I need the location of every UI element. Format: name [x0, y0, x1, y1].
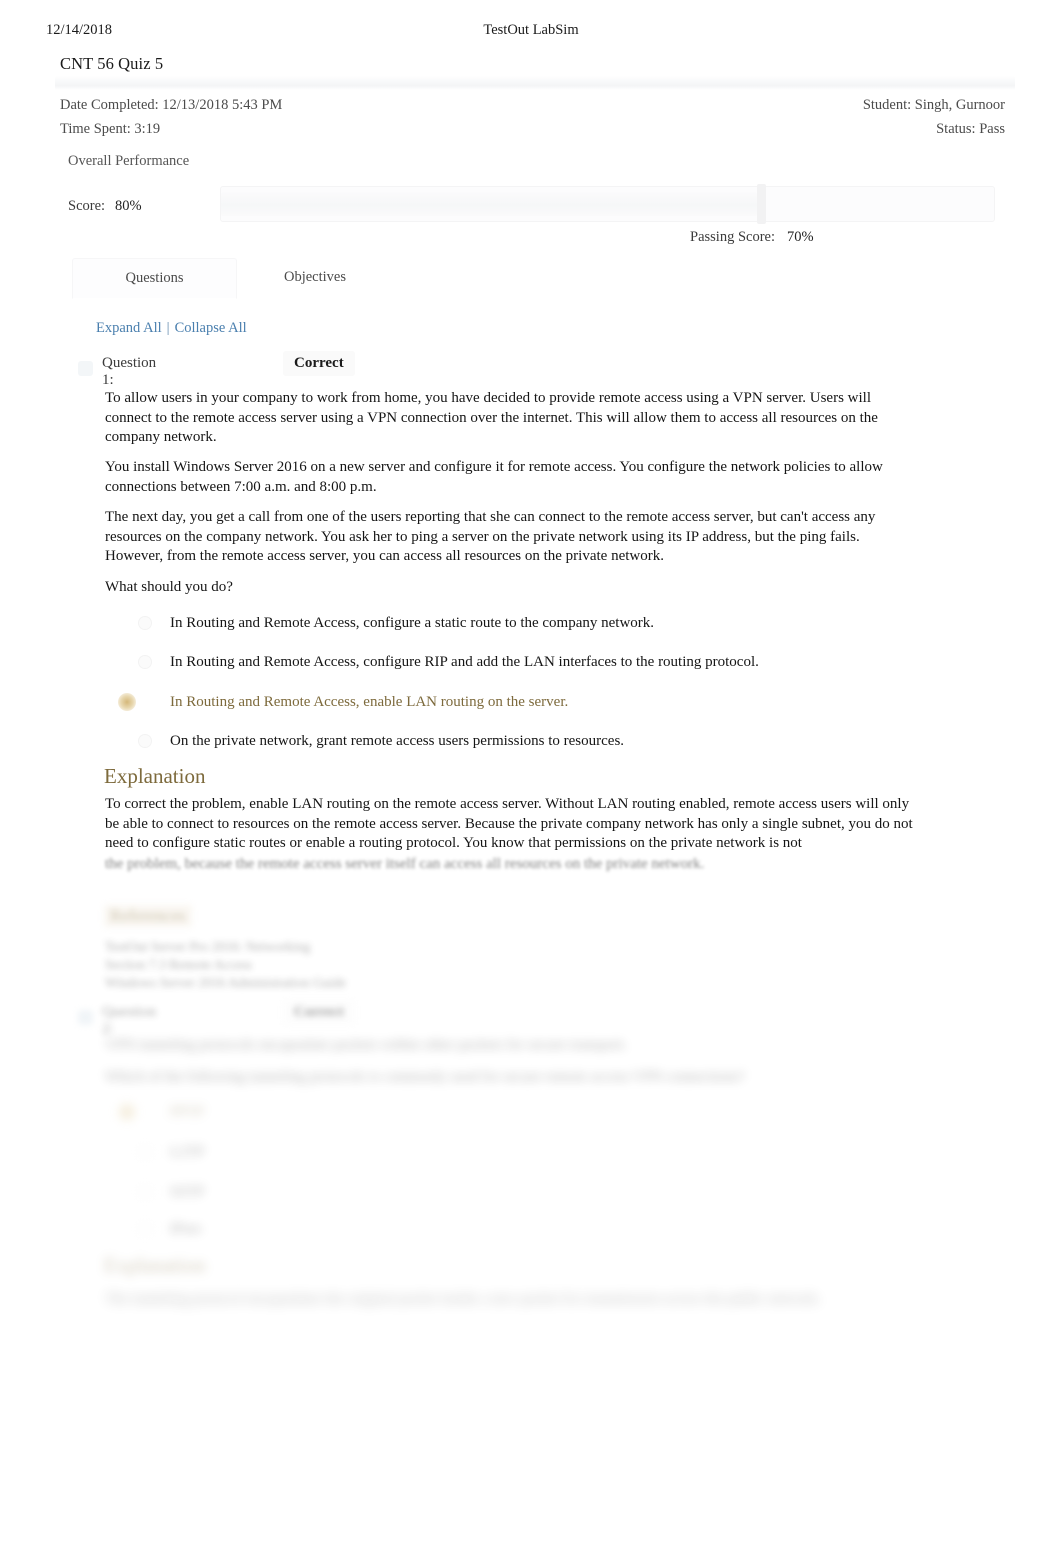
question-1-paragraph-1: To allow users in your company to work f… — [105, 390, 878, 446]
date-completed: Date Completed: 12/13/2018 5:43 PM — [60, 97, 283, 113]
question-1-explanation-heading: Explanation — [104, 764, 206, 788]
option-label: IPsec — [170, 1221, 203, 1237]
collapse-toggle-icon[interactable] — [78, 361, 93, 376]
print-header: 12/14/2018 TestOut LabSim — [0, 22, 1062, 42]
question-1-label: Question 1: — [102, 355, 157, 388]
time-spent: Time Spent: 3:19 — [60, 121, 161, 137]
option-label: In Routing and Remote Access, enable LAN… — [170, 694, 569, 710]
tab-objectives-label: Objectives — [284, 269, 347, 285]
tab-questions-label: Questions — [125, 270, 184, 286]
question-1-prompt: What should you do? — [105, 579, 233, 595]
app-title: TestOut LabSim — [483, 22, 579, 38]
question-2-explanation-text: The tunneling protocol encapsulates the … — [105, 1291, 822, 1307]
question-1-reference-1[interactable]: TestOut Server Pro 2016: Networking — [105, 938, 805, 955]
score-line: Score: 80% — [68, 198, 142, 215]
title-divider — [55, 76, 1015, 90]
question-1-references-heading: References — [104, 905, 192, 927]
question-1-status: Correct — [283, 351, 355, 376]
expand-collapse-controls[interactable]: Expand All | Collapse All — [96, 320, 247, 337]
overall-performance-label: Overall Performance — [68, 153, 190, 169]
page-title: CNT 56 Quiz 5 — [60, 54, 164, 73]
score-label: Score: — [68, 198, 106, 214]
page-bottom-whitespace — [0, 1330, 1062, 1561]
control-separator: | — [166, 320, 170, 336]
question-1-reference-3[interactable]: Windows Server 2016 Administration Guide — [105, 974, 805, 991]
expand-all-link[interactable]: Expand All — [96, 320, 162, 336]
radio-icon[interactable] — [138, 734, 152, 748]
collapse-all-link[interactable]: Collapse All — [175, 320, 247, 336]
radio-icon[interactable] — [138, 1222, 152, 1236]
passing-score-label: Passing Score: — [690, 229, 775, 245]
option-label: On the private network, grant remote acc… — [170, 733, 625, 749]
quiz-report-page: 12/14/2018 TestOut LabSim CNT 56 Quiz 5 … — [0, 0, 1062, 1561]
question-1-explanation-text-faded: the problem, because the remote access s… — [105, 856, 705, 872]
progress-fill — [221, 192, 757, 216]
passing-score-line: Passing Score: 70% — [690, 229, 814, 246]
radio-selected-icon[interactable] — [118, 693, 136, 711]
question-2-explanation-heading: Explanation — [104, 1253, 206, 1277]
passing-score-value: 70% — [786, 229, 814, 245]
option-label: PPTP — [170, 1104, 205, 1120]
status-badge: Status: Pass — [936, 121, 1005, 137]
question-1-explanation-text: To correct the problem, enable LAN routi… — [105, 796, 913, 852]
question-2-status: Correct — [283, 1000, 355, 1025]
option-label: In Routing and Remote Access, configure … — [170, 654, 759, 670]
radio-selected-icon[interactable] — [118, 1103, 136, 1121]
question-1-paragraph-2: You install Windows Server 2016 on a new… — [105, 459, 883, 495]
option-label: In Routing and Remote Access, configure … — [170, 615, 655, 631]
passing-score-marker — [757, 184, 766, 224]
student-name: Student: Singh, Gurnoor — [862, 97, 1005, 113]
radio-icon[interactable] — [138, 655, 152, 669]
question-1-reference-2[interactable]: Section 7.3 Remote Access — [105, 956, 805, 973]
score-progress-bar — [220, 184, 995, 224]
radio-icon[interactable] — [138, 1145, 152, 1159]
option-label: SSTP — [170, 1184, 205, 1200]
radio-icon[interactable] — [138, 1185, 152, 1199]
question-2-label: Question 2: — [102, 1004, 157, 1037]
tab-questions[interactable]: Questions — [72, 258, 237, 299]
radio-icon[interactable] — [138, 616, 152, 630]
question-1-paragraph-3: The next day, you get a call from one of… — [105, 509, 876, 565]
score-value: 80% — [115, 198, 142, 214]
question-2-paragraph-2: Which of the following tunneling protoco… — [105, 1069, 745, 1085]
question-2-paragraph-1: VPN tunneling protocols encapsulate pack… — [105, 1037, 627, 1053]
collapse-toggle-icon[interactable] — [78, 1010, 93, 1025]
tab-objectives[interactable]: Objectives — [258, 258, 372, 297]
option-label: L2TP — [170, 1144, 205, 1160]
